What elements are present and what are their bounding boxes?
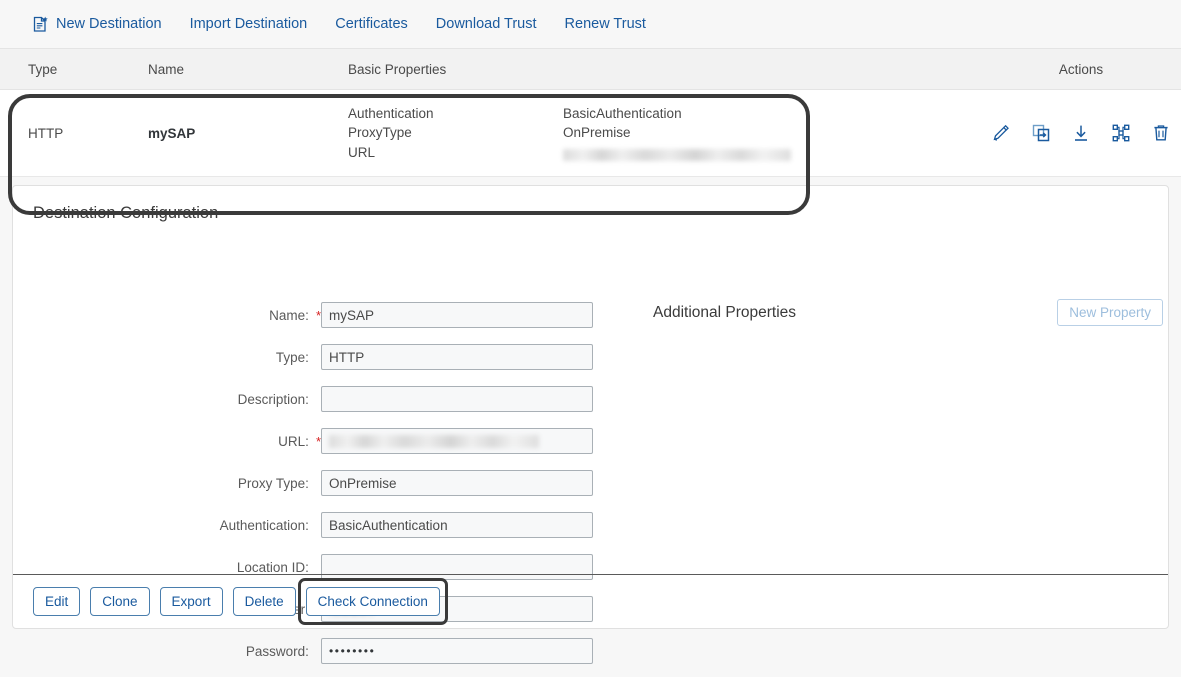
column-header-type: Type bbox=[0, 48, 148, 90]
label-authentication: Authentication: bbox=[219, 517, 309, 533]
label-password: Password: bbox=[245, 643, 309, 659]
cell-name: mySAP bbox=[148, 89, 348, 177]
password-field-value: •••••••• bbox=[329, 644, 376, 658]
toolbar-item-label: Download Trust bbox=[435, 16, 537, 32]
cell-type: HTTP bbox=[0, 89, 148, 177]
property-value-list: BasicAuthentication OnPremise bbox=[563, 104, 953, 163]
delete-icon[interactable] bbox=[1150, 122, 1172, 144]
new-document-icon bbox=[32, 16, 49, 33]
authentication-field-value: BasicAuthentication bbox=[329, 517, 448, 533]
clone-icon[interactable] bbox=[1030, 122, 1052, 144]
authentication-field[interactable]: BasicAuthentication bbox=[321, 512, 593, 538]
toolbar-item-new-destination[interactable]: New Destination bbox=[32, 16, 162, 33]
form-row-description: Description: * bbox=[13, 383, 593, 415]
name-field-value: mySAP bbox=[329, 307, 375, 323]
additional-properties-title: Additional Properties bbox=[653, 304, 797, 321]
toolbar-item-certificates[interactable]: Certificates bbox=[335, 16, 408, 32]
proxy-type-field[interactable]: OnPremise bbox=[321, 470, 593, 496]
toolbar-item-label: Renew Trust bbox=[564, 16, 646, 32]
table-body: HTTP mySAP Authentication ProxyType URL … bbox=[0, 89, 1181, 177]
column-header-basic-properties: Basic Properties bbox=[348, 48, 563, 90]
download-icon[interactable] bbox=[1070, 122, 1092, 144]
clone-button[interactable]: Clone bbox=[90, 587, 150, 616]
description-field[interactable] bbox=[321, 386, 593, 412]
page-title: Destination Configuration bbox=[33, 204, 219, 222]
destinations-table-container: Type Name Basic Properties Actions HTTP … bbox=[0, 48, 1181, 215]
table-header: Type Name Basic Properties Actions bbox=[0, 48, 1181, 90]
check-connection-icon[interactable] bbox=[1110, 122, 1132, 144]
property-value-url-redacted bbox=[563, 143, 953, 163]
label-url: URL: bbox=[278, 433, 309, 449]
toolbar-item-label: Import Destination bbox=[189, 16, 308, 32]
check-connection-button-wrapper: Check Connection bbox=[297, 578, 448, 625]
property-key: URL bbox=[348, 144, 376, 160]
column-header-name: Name bbox=[148, 48, 348, 90]
card-body: Name: * mySAP Type: * HTTP Description: … bbox=[13, 223, 1168, 664]
type-field[interactable]: HTTP bbox=[321, 344, 593, 370]
property-key: ProxyType bbox=[348, 125, 412, 141]
column-header-actions: Actions bbox=[953, 48, 1181, 90]
edit-button[interactable]: Edit bbox=[33, 587, 81, 616]
card-footer-actions: Edit Clone Export Delete Check Connectio… bbox=[13, 574, 1168, 628]
property-key-list: Authentication ProxyType URL bbox=[348, 104, 563, 163]
table-header-row: Type Name Basic Properties Actions bbox=[0, 48, 1181, 90]
additional-properties-panel: Additional Properties New Property bbox=[653, 299, 1173, 326]
name-field[interactable]: mySAP bbox=[321, 302, 593, 328]
delete-button[interactable]: Delete bbox=[232, 587, 296, 616]
redacted-url-bar bbox=[563, 148, 791, 161]
row-action-buttons bbox=[953, 122, 1181, 144]
label-proxy-type: Proxy Type: bbox=[237, 475, 309, 491]
toolbar: New Destination Import Destination Certi… bbox=[0, 0, 1181, 48]
label-type: Type: bbox=[275, 349, 309, 365]
export-button[interactable]: Export bbox=[159, 587, 223, 616]
destination-name: mySAP bbox=[148, 125, 196, 141]
cell-property-values: BasicAuthentication OnPremise bbox=[563, 89, 953, 177]
form-row-name: Name: * mySAP bbox=[13, 299, 593, 331]
toolbar-item-import-destination[interactable]: Import Destination bbox=[190, 16, 308, 32]
form-row-password: Password: * •••••••• bbox=[13, 635, 593, 667]
toolbar-item-renew-trust[interactable]: Renew Trust bbox=[565, 16, 646, 32]
destination-configuration-card: Destination Configuration Name: * mySAP … bbox=[12, 185, 1169, 664]
toolbar-item-label: Certificates bbox=[335, 16, 408, 32]
proxy-type-field-value: OnPremise bbox=[329, 475, 397, 491]
table-row[interactable]: HTTP mySAP Authentication ProxyType URL … bbox=[0, 89, 1181, 177]
cell-actions bbox=[953, 89, 1181, 177]
new-property-button[interactable]: New Property bbox=[1057, 299, 1163, 326]
redacted-url-value bbox=[329, 434, 539, 448]
form-row-url: URL: * bbox=[13, 425, 593, 457]
property-value: OnPremise bbox=[563, 125, 631, 141]
property-key: Authentication bbox=[348, 105, 434, 121]
destinations-table: Type Name Basic Properties Actions HTTP … bbox=[0, 48, 1181, 177]
form-row-proxy-type: Proxy Type: * OnPremise bbox=[13, 467, 593, 499]
label-location-id: Location ID: bbox=[236, 559, 309, 575]
url-field[interactable] bbox=[321, 428, 593, 454]
form-row-authentication: Authentication: * BasicAuthentication bbox=[13, 509, 593, 541]
cell-basic-properties: Authentication ProxyType URL bbox=[348, 89, 563, 177]
check-connection-button[interactable]: Check Connection bbox=[305, 587, 440, 616]
toolbar-item-download-trust[interactable]: Download Trust bbox=[436, 16, 537, 32]
toolbar-item-label: New Destination bbox=[56, 16, 162, 32]
label-name: Name: bbox=[269, 307, 309, 323]
property-value: BasicAuthentication bbox=[563, 105, 682, 121]
column-header-values bbox=[563, 48, 953, 90]
type-field-value: HTTP bbox=[329, 349, 365, 365]
form-row-type: Type: * HTTP bbox=[13, 341, 593, 373]
password-field[interactable]: •••••••• bbox=[321, 638, 593, 664]
label-description: Description: bbox=[237, 391, 309, 407]
edit-icon[interactable] bbox=[990, 122, 1012, 144]
